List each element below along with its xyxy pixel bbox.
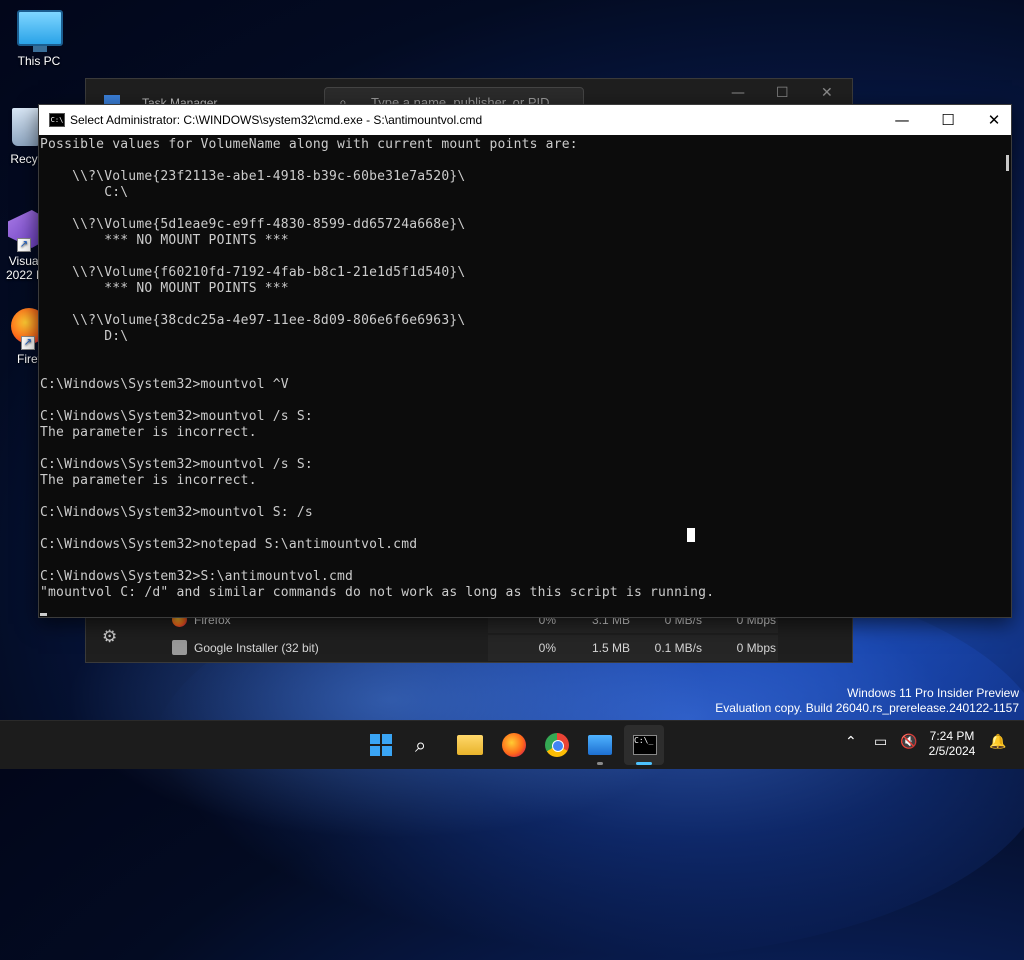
installer-icon [172, 640, 187, 655]
chevron-up-icon[interactable]: ⌃ [845, 734, 857, 750]
notification-bell-icon[interactable]: 🔔 [989, 734, 1006, 750]
minimize-button[interactable]: — [879, 105, 925, 135]
settings-gear-icon[interactable]: ⚙ [102, 627, 117, 647]
clock[interactable]: 7:24 PM 2/5/2024 [920, 729, 984, 759]
close-button[interactable]: ✕ [971, 105, 1017, 135]
firefox-icon[interactable] [502, 733, 526, 757]
file-explorer-icon[interactable] [457, 735, 483, 755]
close-button[interactable]: ✕ [821, 85, 833, 101]
clock-time: 7:24 PM [929, 729, 975, 743]
shortcut-arrow-icon: ↗ [21, 336, 35, 350]
chrome-icon[interactable] [545, 733, 569, 757]
text-cursor [40, 613, 47, 616]
volume-muted-icon[interactable]: 🔇 [900, 734, 917, 750]
network-icon[interactable]: ▭ [874, 734, 887, 750]
desktop-icon-this-pc[interactable]: This PC [2, 10, 76, 68]
maximize-button[interactable]: ☐ [776, 85, 789, 101]
watermark-line1: Windows 11 Pro Insider Preview [847, 686, 1019, 700]
minimize-button[interactable]: — [731, 85, 745, 101]
memory-value: 1.5 MB [591, 641, 630, 655]
scrollbar-thumb[interactable] [1006, 155, 1009, 171]
cmd-app-icon: C:\ [49, 113, 65, 127]
desktop-icon-label: This PC [17, 54, 61, 68]
mouse-cursor [687, 528, 695, 542]
cmd-window[interactable]: C:\ Select Administrator: C:\WINDOWS\sys… [38, 104, 1012, 618]
cpu-value: 0% [538, 641, 556, 655]
evaluation-watermark: Windows 11 Pro Insider Preview Evaluatio… [715, 686, 1019, 716]
console-output[interactable]: Possible values for VolumeName along wit… [39, 135, 1001, 617]
process-name: Google Installer (32 bit) [194, 641, 319, 655]
clock-date: 2/5/2024 [928, 744, 976, 758]
disk-value: 0.1 MB/s [654, 641, 702, 655]
cmd-icon[interactable]: C:\_ [633, 735, 657, 755]
console-text: Possible values for VolumeName along wit… [40, 137, 715, 600]
table-row[interactable]: Google Installer (32 bit) 0% 1.5 MB 0.1 … [86, 635, 852, 661]
watermark-line2: Evaluation copy. Build 26040.rs_prerelea… [715, 701, 1019, 715]
cmd-titlebar[interactable]: C:\ Select Administrator: C:\WINDOWS\sys… [39, 105, 1011, 135]
maximize-button[interactable]: ☐ [925, 105, 971, 135]
taskbar: ⌕ C:\_ ⌃ ▭ 🔇 7:24 PM 2/5/2024 🔔 [0, 720, 1024, 769]
monitor-icon [17, 10, 63, 52]
scrollbar[interactable] [1001, 135, 1011, 617]
cmd-window-title: Select Administrator: C:\WINDOWS\system3… [70, 113, 483, 127]
search-icon[interactable]: ⌕ [415, 733, 437, 757]
start-icon[interactable] [370, 734, 392, 756]
shortcut-arrow-icon: ↗ [17, 238, 31, 252]
active-indicator [636, 762, 652, 765]
network-value: 0 Mbps [736, 641, 776, 655]
task-manager-icon[interactable] [588, 735, 612, 755]
running-indicator [597, 762, 603, 765]
